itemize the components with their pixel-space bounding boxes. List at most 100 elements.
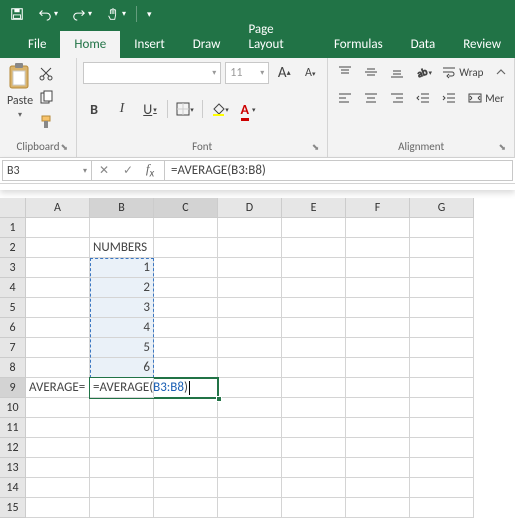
cell-C7[interactable] [154,338,218,358]
select-all-corner[interactable] [0,198,26,218]
cell-C8[interactable] [154,358,218,378]
wrap-text-button[interactable]: Wrap [438,62,487,82]
increase-indent-button[interactable] [438,88,460,108]
cell-B2[interactable]: NUMBERS [90,238,154,258]
cell-C3[interactable] [154,258,218,278]
cancel-formula-button[interactable]: ✕ [92,161,116,180]
cell-A5[interactable] [26,298,90,318]
cell-F13[interactable] [346,458,410,478]
cell-D7[interactable] [218,338,282,358]
tab-file[interactable]: File [14,31,60,58]
col-header-F[interactable]: F [346,198,410,218]
cell-F9[interactable] [346,378,410,398]
cell-C15[interactable] [154,498,218,518]
align-middle-button[interactable] [360,62,382,82]
cell-D14[interactable] [218,478,282,498]
cell-B14[interactable] [90,478,154,498]
cell-C10[interactable] [154,398,218,418]
row-header[interactable]: 1 [0,218,26,238]
cell-E11[interactable] [282,418,346,438]
cell-C1[interactable] [154,218,218,238]
cell-G10[interactable] [410,398,474,418]
cell-B12[interactable] [90,438,154,458]
alignment-launcher[interactable]: ⬊ [498,142,506,153]
copy-button[interactable] [38,90,54,110]
cell-E5[interactable] [282,298,346,318]
cell-F11[interactable] [346,418,410,438]
tab-formulas[interactable]: Formulas [320,31,397,58]
col-header-G[interactable]: G [410,198,474,218]
cell-B10[interactable] [90,398,154,418]
row-header[interactable]: 8 [0,358,26,378]
col-header-A[interactable]: A [26,198,90,218]
insert-function-button[interactable]: fx [140,161,164,180]
cell-A9[interactable]: AVERAGE= [26,378,90,398]
cell-F15[interactable] [346,498,410,518]
decrease-font-button[interactable]: A▾ [299,62,321,84]
cell-E4[interactable] [282,278,346,298]
row-header[interactable]: 11 [0,418,26,438]
cell-A4[interactable] [26,278,90,298]
cell-G5[interactable] [410,298,474,318]
enter-formula-button[interactable]: ✓ [116,161,140,180]
cell-F12[interactable] [346,438,410,458]
cell-B6[interactable]: 4 [90,318,154,338]
cell-D8[interactable] [218,358,282,378]
cell-E15[interactable] [282,498,346,518]
increase-font-button[interactable]: A▴ [273,62,295,84]
row-header[interactable]: 6 [0,318,26,338]
row-header[interactable]: 4 [0,278,26,298]
merge-center-button[interactable]: Mer [464,88,508,108]
cell-E9[interactable] [282,378,346,398]
cell-G11[interactable] [410,418,474,438]
cell-D13[interactable] [218,458,282,478]
cell-D1[interactable] [218,218,282,238]
cell-B9[interactable]: =AVERAGE(B3:B8) [90,378,154,398]
cell-G6[interactable] [410,318,474,338]
cell-G8[interactable] [410,358,474,378]
row-header[interactable]: 14 [0,478,26,498]
cell-A15[interactable] [26,498,90,518]
cell-D2[interactable] [218,238,282,258]
cell-F5[interactable] [346,298,410,318]
orientation-button[interactable]: ab▾ [412,62,434,82]
cell-D6[interactable] [218,318,282,338]
cell-G12[interactable] [410,438,474,458]
cell-D12[interactable] [218,438,282,458]
cell-D10[interactable] [218,398,282,418]
cell-G13[interactable] [410,458,474,478]
font-launcher[interactable]: ⬊ [312,142,320,153]
cell-E6[interactable] [282,318,346,338]
row-header[interactable]: 13 [0,458,26,478]
cell-D4[interactable] [218,278,282,298]
cell-E10[interactable] [282,398,346,418]
cell-A7[interactable] [26,338,90,358]
fill-handle[interactable] [216,396,222,402]
cell-B7[interactable]: 5 [90,338,154,358]
cell-E8[interactable] [282,358,346,378]
paste-button[interactable]: Paste ▾ [6,62,34,120]
cell-G14[interactable] [410,478,474,498]
row-header[interactable]: 7 [0,338,26,358]
row-header[interactable]: 2 [0,238,26,258]
cell-C5[interactable] [154,298,218,318]
cell-F14[interactable] [346,478,410,498]
save-button[interactable] [6,5,28,23]
row-header[interactable]: 5 [0,298,26,318]
tab-review[interactable]: Review [449,31,515,58]
cell-E7[interactable] [282,338,346,358]
cell-C2[interactable] [154,238,218,258]
cell-E1[interactable] [282,218,346,238]
cell-D15[interactable] [218,498,282,518]
cell-F7[interactable] [346,338,410,358]
cell-B8[interactable]: 6 [90,358,154,378]
format-painter-button[interactable] [38,114,54,134]
cell-B15[interactable] [90,498,154,518]
cell-F4[interactable] [346,278,410,298]
cell-D3[interactable] [218,258,282,278]
cell-B5[interactable]: 3 [90,298,154,318]
cut-button[interactable] [38,66,54,86]
col-header-B[interactable]: B [90,198,154,218]
cell-G3[interactable] [410,258,474,278]
qat-customize-button[interactable]: ▾ [143,7,156,22]
